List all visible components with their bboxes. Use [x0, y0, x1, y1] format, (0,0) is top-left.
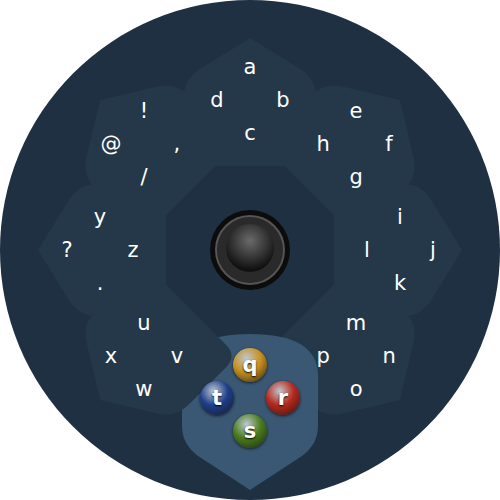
- key[interactable]: u: [135, 311, 152, 336]
- key[interactable]: a: [242, 55, 259, 80]
- key[interactable]: /: [138, 164, 149, 189]
- key[interactable]: e: [348, 98, 365, 123]
- key[interactable]: x: [103, 344, 119, 369]
- key[interactable]: z: [125, 238, 140, 263]
- key[interactable]: k: [392, 271, 408, 296]
- key[interactable]: .: [95, 271, 106, 296]
- key[interactable]: w: [133, 377, 154, 402]
- key[interactable]: t: [200, 381, 234, 415]
- key[interactable]: j: [428, 238, 438, 263]
- key[interactable]: s: [233, 414, 267, 448]
- key[interactable]: r: [266, 381, 300, 415]
- key[interactable]: y: [92, 205, 108, 230]
- key[interactable]: l: [362, 238, 372, 263]
- key[interactable]: o: [348, 377, 365, 402]
- thumbstick-icon[interactable]: [210, 210, 290, 290]
- key[interactable]: i: [395, 205, 405, 230]
- key[interactable]: ?: [59, 238, 74, 263]
- key[interactable]: q: [233, 348, 267, 382]
- key[interactable]: n: [380, 344, 397, 369]
- key[interactable]: c: [242, 121, 258, 146]
- key[interactable]: @: [98, 131, 123, 156]
- key[interactable]: f: [383, 131, 394, 156]
- key[interactable]: b: [274, 88, 291, 113]
- key[interactable]: g: [347, 164, 364, 189]
- petal[interactable]: [53, 53, 237, 237]
- key[interactable]: ,: [172, 131, 183, 156]
- key[interactable]: d: [208, 88, 225, 113]
- key[interactable]: v: [169, 344, 185, 369]
- key[interactable]: h: [314, 131, 331, 156]
- key[interactable]: p: [314, 344, 331, 369]
- text-wheel: ad bc eh fg il jkmp no qtrs ux vw y? z.! @, /: [0, 0, 500, 500]
- key[interactable]: !: [138, 98, 150, 123]
- key[interactable]: m: [344, 311, 368, 336]
